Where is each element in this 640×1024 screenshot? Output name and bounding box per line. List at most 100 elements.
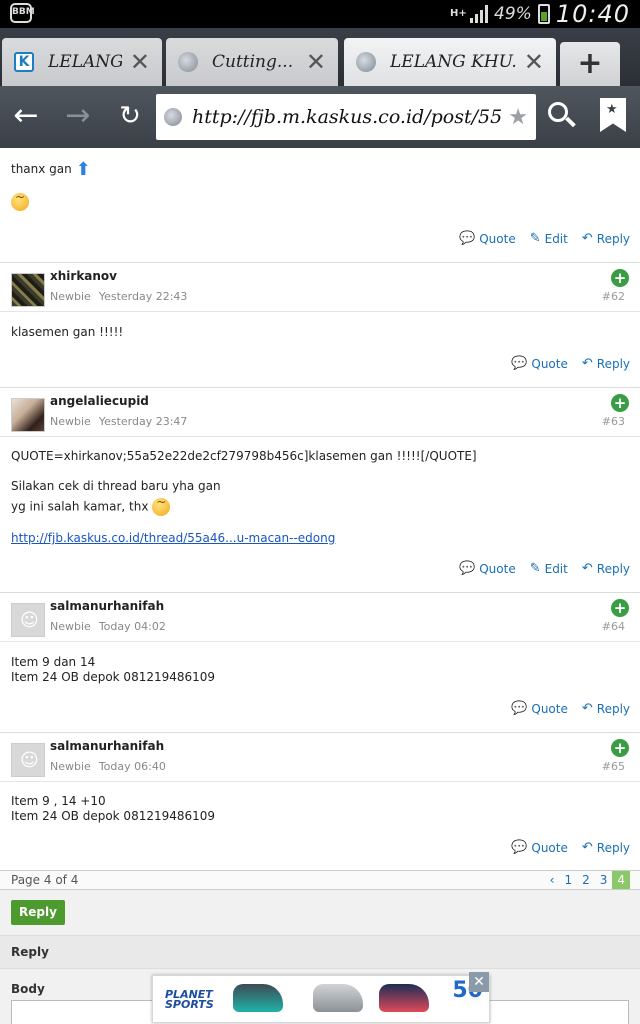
post-header: xhirkanov Newbie Yesterday 22:43 + #62: [0, 262, 640, 312]
kaskus-icon: K: [14, 52, 34, 72]
url-text: http://fjb.m.kaskus.co.id/post/55: [192, 106, 503, 128]
edit-button[interactable]: ✎ Edit: [530, 231, 568, 246]
quote-text: QUOTE=xhirkanov;55a52e22de2cf279798b456c…: [11, 449, 477, 463]
post-body: thanx gan ⬆: [0, 159, 102, 180]
post-number[interactable]: #63: [602, 415, 625, 428]
tab-lelang-khu[interactable]: LELANG KHU... ✕: [344, 38, 556, 86]
tab-cutting[interactable]: Cutting... ✕: [166, 38, 338, 86]
speech-bubble-icon: 💬: [459, 231, 476, 246]
quote-button[interactable]: 💬 Quote: [511, 356, 568, 371]
post-actions: 💬 Quote ↶ Reply: [511, 840, 630, 855]
page-links: ‹ 1 2 3 4: [545, 871, 630, 889]
post-text: Item 24 OB depok 081219486109: [11, 809, 216, 823]
reply-button[interactable]: ↶ Reply: [582, 356, 630, 371]
quote-button[interactable]: 💬 Quote: [511, 840, 568, 855]
post-text: Item 9 dan 14: [11, 655, 96, 669]
tab-title: LELANG...: [48, 52, 122, 72]
battery-percent: 49%: [494, 4, 532, 24]
quote-button[interactable]: 💬 Quote: [459, 231, 516, 246]
signal-icon: [470, 5, 489, 23]
add-reputation-icon[interactable]: +: [611, 599, 629, 617]
thread-link[interactable]: http://fjb.kaskus.co.id/thread/55a46...u…: [11, 531, 335, 545]
ad-brand: PLANET SPORTS: [165, 988, 214, 1011]
address-bar[interactable]: http://fjb.m.kaskus.co.id/post/55 ★: [156, 94, 536, 140]
add-reputation-icon[interactable]: +: [611, 739, 629, 757]
bookmark-button[interactable]: ★: [600, 98, 626, 132]
page-link[interactable]: 1: [559, 871, 577, 889]
speech-bubble-icon: 💬: [511, 356, 528, 371]
post-number[interactable]: #62: [602, 290, 625, 303]
shoe-image: [379, 984, 429, 1012]
bbm-notification-icon: BBM: [10, 3, 35, 23]
pagination: Page 4 of 4 ‹ 1 2 3 4: [0, 870, 640, 890]
reply-button[interactable]: ↶ Reply: [582, 231, 630, 246]
speech-bubble-icon: 💬: [459, 561, 476, 576]
reply-icon: ↶: [581, 356, 593, 371]
user-meta: Newbie Today 06:40: [50, 760, 166, 773]
post-header: angelaliecupid Newbie Yesterday 23:47 + #…: [0, 387, 640, 437]
reply-icon: ↶: [581, 561, 593, 576]
post-body: klasemen gan !!!!!: [0, 325, 134, 340]
tab-title: LELANG KHU...: [390, 52, 516, 72]
globe-icon: [178, 52, 198, 72]
username[interactable]: salmanurhanifah: [50, 599, 164, 613]
speech-bubble-icon: 💬: [511, 701, 528, 716]
forward-button[interactable]: →: [58, 96, 98, 136]
edit-icon: ✎: [529, 561, 541, 576]
user-meta: Newbie Yesterday 23:47: [50, 415, 188, 428]
reply-button[interactable]: ↶ Reply: [582, 701, 630, 716]
close-icon[interactable]: ✕: [306, 48, 326, 76]
quote-button[interactable]: 💬 Quote: [511, 701, 568, 716]
post-header: salmanurhanifah NewbieToday 04:02 + #64: [0, 592, 640, 642]
close-icon[interactable]: ✕: [524, 48, 544, 76]
star-icon[interactable]: ★: [508, 105, 528, 130]
post-body: QUOTE=xhirkanov;55a52e22de2cf279798b456c…: [0, 449, 488, 546]
post-number[interactable]: #64: [602, 620, 625, 633]
up-arrow-icon: ⬆: [75, 159, 91, 180]
reply-heading: Reply: [0, 935, 640, 969]
reply-icon: ↶: [581, 701, 593, 716]
tab-strip: K LELANG... ✕ Cutting... ✕ LELANG KHU...…: [0, 28, 640, 86]
shoe-image: [313, 984, 363, 1012]
username[interactable]: angelaliecupid: [50, 394, 149, 408]
page-link[interactable]: 2: [577, 871, 595, 889]
avatar[interactable]: [11, 603, 45, 637]
back-button[interactable]: ←: [6, 96, 46, 136]
new-tab-button[interactable]: +: [560, 42, 620, 86]
reply-submit-button[interactable]: Reply: [11, 900, 65, 925]
post-number[interactable]: #65: [602, 760, 625, 773]
avatar[interactable]: [11, 273, 45, 307]
shoe-image: [233, 984, 283, 1012]
add-reputation-icon[interactable]: +: [611, 269, 629, 287]
post-header: salmanurhanifah NewbieToday 06:40 + #65: [0, 732, 640, 782]
edit-button[interactable]: ✎ Edit: [530, 561, 568, 576]
quote-button[interactable]: 💬 Quote: [459, 561, 516, 576]
post-text: Item 24 OB depok 081219486109: [11, 670, 216, 684]
page-link[interactable]: 3: [595, 871, 613, 889]
post-text: yg ini salah kamar, thx: [11, 499, 149, 514]
post-text: thanx gan: [11, 162, 72, 176]
body-label: Body: [11, 982, 45, 996]
tab-lelang[interactable]: K LELANG... ✕: [2, 38, 162, 86]
search-button[interactable]: [544, 98, 580, 134]
avatar[interactable]: [11, 398, 45, 432]
username[interactable]: xhirkanov: [50, 269, 117, 283]
add-reputation-icon[interactable]: +: [611, 394, 629, 412]
reply-button[interactable]: ↶ Reply: [582, 561, 630, 576]
close-icon[interactable]: ✕: [130, 48, 150, 76]
close-icon[interactable]: ✕: [469, 972, 489, 992]
avatar[interactable]: [11, 743, 45, 777]
reply-button[interactable]: ↶ Reply: [582, 840, 630, 855]
prev-page-button[interactable]: ‹: [545, 871, 560, 889]
globe-icon: [164, 108, 182, 126]
reply-icon: ↶: [581, 231, 593, 246]
reload-button[interactable]: ↻: [110, 96, 150, 136]
post-actions: 💬 Quote ↶ Reply: [511, 701, 630, 716]
post-text: Item 9 , 14 +10: [11, 794, 106, 808]
post-body: Item 9 , 14 +10 Item 24 OB depok 0812194…: [0, 794, 226, 824]
star-icon: ★: [606, 102, 618, 117]
username[interactable]: salmanurhanifah: [50, 739, 164, 753]
network-type: H+: [450, 8, 467, 19]
emoji-icon: [11, 190, 29, 211]
ad-banner[interactable]: PLANET SPORTS 50 ✕: [152, 972, 490, 1023]
